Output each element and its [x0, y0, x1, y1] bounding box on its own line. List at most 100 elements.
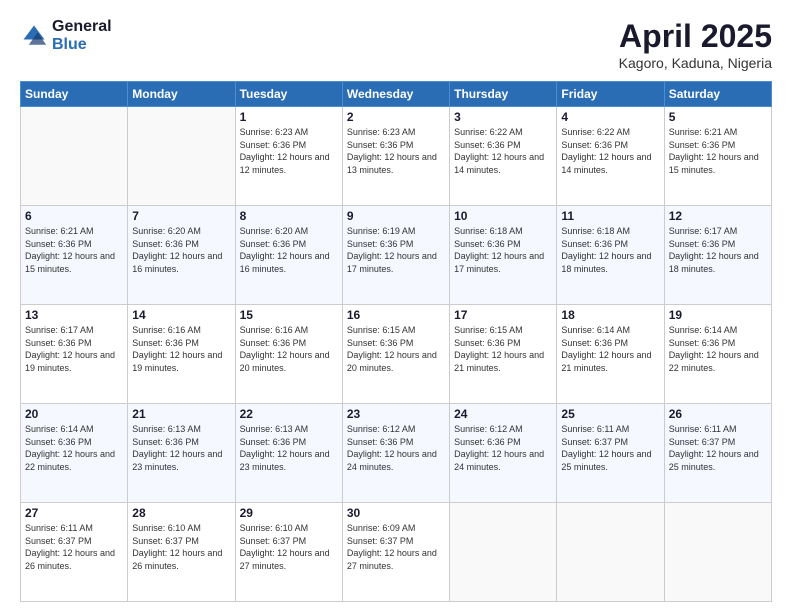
- day-info: Sunrise: 6:23 AM Sunset: 6:36 PM Dayligh…: [240, 126, 338, 176]
- day-number: 12: [669, 209, 767, 223]
- day-info: Sunrise: 6:10 AM Sunset: 6:37 PM Dayligh…: [240, 522, 338, 572]
- day-number: 7: [132, 209, 230, 223]
- calendar-cell: 10 Sunrise: 6:18 AM Sunset: 6:36 PM Dayli…: [450, 206, 557, 305]
- day-number: 29: [240, 506, 338, 520]
- calendar-cell: 25 Sunrise: 6:11 AM Sunset: 6:37 PM Dayli…: [557, 404, 664, 503]
- day-number: 3: [454, 110, 552, 124]
- day-header-wednesday: Wednesday: [342, 82, 449, 107]
- day-number: 8: [240, 209, 338, 223]
- calendar-cell: 9 Sunrise: 6:19 AM Sunset: 6:36 PM Daylig…: [342, 206, 449, 305]
- calendar-header-row: SundayMondayTuesdayWednesdayThursdayFrid…: [21, 82, 772, 107]
- day-header-thursday: Thursday: [450, 82, 557, 107]
- day-header-monday: Monday: [128, 82, 235, 107]
- calendar-cell: 22 Sunrise: 6:13 AM Sunset: 6:36 PM Dayli…: [235, 404, 342, 503]
- calendar-cell: 17 Sunrise: 6:15 AM Sunset: 6:36 PM Dayli…: [450, 305, 557, 404]
- calendar: SundayMondayTuesdayWednesdayThursdayFrid…: [20, 81, 772, 602]
- calendar-cell: 23 Sunrise: 6:12 AM Sunset: 6:36 PM Dayli…: [342, 404, 449, 503]
- day-header-friday: Friday: [557, 82, 664, 107]
- day-header-saturday: Saturday: [664, 82, 771, 107]
- calendar-cell: 14 Sunrise: 6:16 AM Sunset: 6:36 PM Dayli…: [128, 305, 235, 404]
- day-number: 4: [561, 110, 659, 124]
- day-info: Sunrise: 6:11 AM Sunset: 6:37 PM Dayligh…: [25, 522, 123, 572]
- day-number: 21: [132, 407, 230, 421]
- calendar-week-row: 1 Sunrise: 6:23 AM Sunset: 6:36 PM Daylig…: [21, 107, 772, 206]
- day-number: 14: [132, 308, 230, 322]
- logo-icon: [20, 22, 48, 50]
- day-info: Sunrise: 6:20 AM Sunset: 6:36 PM Dayligh…: [132, 225, 230, 275]
- location: Kagoro, Kaduna, Nigeria: [619, 55, 772, 71]
- day-number: 23: [347, 407, 445, 421]
- calendar-cell: 2 Sunrise: 6:23 AM Sunset: 6:36 PM Daylig…: [342, 107, 449, 206]
- day-info: Sunrise: 6:14 AM Sunset: 6:36 PM Dayligh…: [561, 324, 659, 374]
- day-number: 2: [347, 110, 445, 124]
- day-number: 25: [561, 407, 659, 421]
- day-number: 26: [669, 407, 767, 421]
- day-info: Sunrise: 6:22 AM Sunset: 6:36 PM Dayligh…: [561, 126, 659, 176]
- day-info: Sunrise: 6:15 AM Sunset: 6:36 PM Dayligh…: [454, 324, 552, 374]
- day-number: 28: [132, 506, 230, 520]
- day-number: 24: [454, 407, 552, 421]
- calendar-cell: 24Sunrise: 6:12 AM Sunset: 6:36 PM Dayli…: [450, 404, 557, 503]
- day-info: Sunrise: 6:11 AM Sunset: 6:37 PM Dayligh…: [669, 423, 767, 473]
- day-number: 10: [454, 209, 552, 223]
- day-number: 17: [454, 308, 552, 322]
- day-info: Sunrise: 6:19 AM Sunset: 6:36 PM Dayligh…: [347, 225, 445, 275]
- day-info: Sunrise: 6:13 AM Sunset: 6:36 PM Dayligh…: [240, 423, 338, 473]
- day-info: Sunrise: 6:21 AM Sunset: 6:36 PM Dayligh…: [25, 225, 123, 275]
- calendar-week-row: 20 Sunrise: 6:14 AM Sunset: 6:36 PM Dayli…: [21, 404, 772, 503]
- calendar-cell: 16Sunrise: 6:15 AM Sunset: 6:36 PM Dayli…: [342, 305, 449, 404]
- logo-text: General Blue: [52, 18, 112, 53]
- day-info: Sunrise: 6:14 AM Sunset: 6:36 PM Dayligh…: [669, 324, 767, 374]
- day-info: Sunrise: 6:12 AM Sunset: 6:36 PM Dayligh…: [347, 423, 445, 473]
- day-info: Sunrise: 6:10 AM Sunset: 6:37 PM Dayligh…: [132, 522, 230, 572]
- calendar-cell: 30 Sunrise: 6:09 AM Sunset: 6:37 PM Dayli…: [342, 503, 449, 602]
- day-number: 30: [347, 506, 445, 520]
- header: General Blue April 2025 Kagoro, Kaduna, …: [20, 18, 772, 71]
- day-header-sunday: Sunday: [21, 82, 128, 107]
- day-number: 9: [347, 209, 445, 223]
- day-number: 22: [240, 407, 338, 421]
- day-info: Sunrise: 6:16 AM Sunset: 6:36 PM Dayligh…: [132, 324, 230, 374]
- day-info: Sunrise: 6:21 AM Sunset: 6:36 PM Dayligh…: [669, 126, 767, 176]
- day-info: Sunrise: 6:20 AM Sunset: 6:36 PM Dayligh…: [240, 225, 338, 275]
- day-number: 1: [240, 110, 338, 124]
- calendar-cell: [128, 107, 235, 206]
- day-info: Sunrise: 6:13 AM Sunset: 6:36 PM Dayligh…: [132, 423, 230, 473]
- month-title: April 2025: [619, 18, 772, 55]
- day-info: Sunrise: 6:14 AM Sunset: 6:36 PM Dayligh…: [25, 423, 123, 473]
- calendar-week-row: 6 Sunrise: 6:21 AM Sunset: 6:36 PM Daylig…: [21, 206, 772, 305]
- day-info: Sunrise: 6:11 AM Sunset: 6:37 PM Dayligh…: [561, 423, 659, 473]
- calendar-cell: 8 Sunrise: 6:20 AM Sunset: 6:36 PM Daylig…: [235, 206, 342, 305]
- calendar-cell: 11Sunrise: 6:18 AM Sunset: 6:36 PM Dayli…: [557, 206, 664, 305]
- calendar-cell: 13Sunrise: 6:17 AM Sunset: 6:36 PM Dayli…: [21, 305, 128, 404]
- day-number: 18: [561, 308, 659, 322]
- day-number: 19: [669, 308, 767, 322]
- calendar-cell: 29 Sunrise: 6:10 AM Sunset: 6:37 PM Dayli…: [235, 503, 342, 602]
- day-number: 20: [25, 407, 123, 421]
- calendar-cell: 7 Sunrise: 6:20 AM Sunset: 6:36 PM Daylig…: [128, 206, 235, 305]
- day-number: 27: [25, 506, 123, 520]
- day-info: Sunrise: 6:23 AM Sunset: 6:36 PM Dayligh…: [347, 126, 445, 176]
- calendar-week-row: 13Sunrise: 6:17 AM Sunset: 6:36 PM Dayli…: [21, 305, 772, 404]
- calendar-cell: [21, 107, 128, 206]
- calendar-cell: 18 Sunrise: 6:14 AM Sunset: 6:36 PM Dayli…: [557, 305, 664, 404]
- logo-blue: Blue: [52, 36, 112, 54]
- calendar-cell: 12 Sunrise: 6:17 AM Sunset: 6:36 PM Dayli…: [664, 206, 771, 305]
- day-info: Sunrise: 6:17 AM Sunset: 6:36 PM Dayligh…: [669, 225, 767, 275]
- calendar-week-row: 27 Sunrise: 6:11 AM Sunset: 6:37 PM Dayli…: [21, 503, 772, 602]
- title-block: April 2025 Kagoro, Kaduna, Nigeria: [619, 18, 772, 71]
- day-info: Sunrise: 6:18 AM Sunset: 6:36 PM Dayligh…: [454, 225, 552, 275]
- day-header-tuesday: Tuesday: [235, 82, 342, 107]
- day-info: Sunrise: 6:15 AM Sunset: 6:36 PM Dayligh…: [347, 324, 445, 374]
- calendar-cell: 1 Sunrise: 6:23 AM Sunset: 6:36 PM Daylig…: [235, 107, 342, 206]
- calendar-cell: 15Sunrise: 6:16 AM Sunset: 6:36 PM Dayli…: [235, 305, 342, 404]
- calendar-cell: 5Sunrise: 6:21 AM Sunset: 6:36 PM Daylig…: [664, 107, 771, 206]
- calendar-cell: 4 Sunrise: 6:22 AM Sunset: 6:36 PM Daylig…: [557, 107, 664, 206]
- day-info: Sunrise: 6:22 AM Sunset: 6:36 PM Dayligh…: [454, 126, 552, 176]
- day-info: Sunrise: 6:09 AM Sunset: 6:37 PM Dayligh…: [347, 522, 445, 572]
- day-info: Sunrise: 6:18 AM Sunset: 6:36 PM Dayligh…: [561, 225, 659, 275]
- calendar-cell: 19 Sunrise: 6:14 AM Sunset: 6:36 PM Dayli…: [664, 305, 771, 404]
- logo: General Blue: [20, 18, 112, 53]
- day-number: 15: [240, 308, 338, 322]
- day-number: 6: [25, 209, 123, 223]
